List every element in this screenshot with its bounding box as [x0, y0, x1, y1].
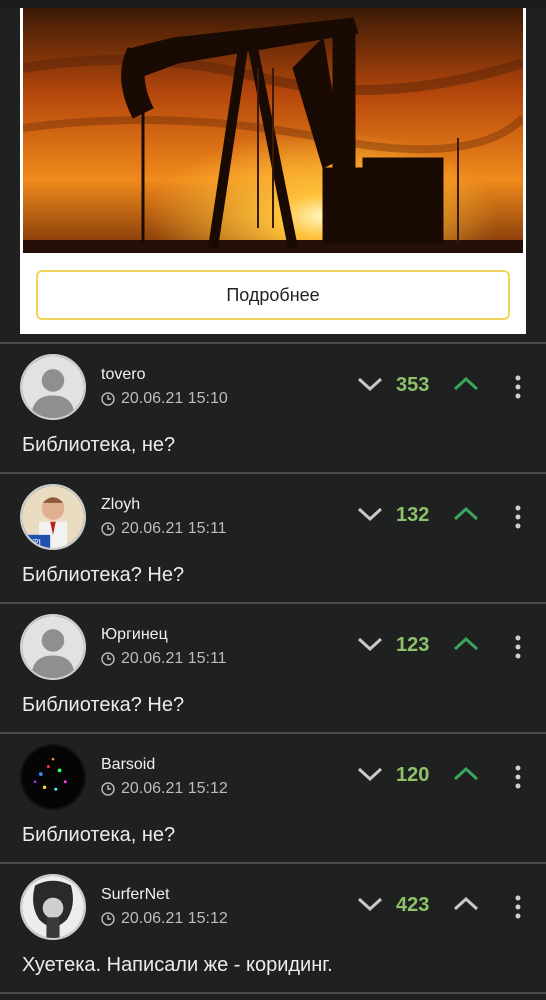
downvote-chevron-icon[interactable] [356, 894, 384, 914]
downvote-chevron-icon[interactable] [356, 504, 384, 524]
comment-score: 353 [396, 374, 430, 396]
comment-username[interactable]: Barsoid [101, 756, 155, 774]
more-options-icon[interactable] [512, 634, 524, 660]
comment-text: Библиотека? Не? [22, 694, 185, 716]
comment-username[interactable]: tovero [101, 366, 145, 384]
downvote-chevron-icon[interactable] [356, 764, 384, 784]
more-options-icon[interactable] [512, 764, 524, 790]
comment-meta: 20.06.21 15:11 [101, 520, 227, 538]
divider [0, 992, 546, 994]
comment-item: KYPI Zloyh 20.06.21 15:11 132 Библиотека… [0, 472, 546, 602]
comment-timestamp: 20.06.21 15:12 [121, 910, 228, 927]
default-avatar[interactable] [20, 354, 86, 420]
ad-card[interactable]: Подробнее [20, 8, 526, 334]
more-options-icon[interactable] [512, 374, 524, 400]
top-bar [0, 0, 546, 8]
comment-timestamp: 20.06.21 15:11 [121, 520, 227, 537]
comment-timestamp: 20.06.21 15:12 [121, 780, 228, 797]
comment-meta: 20.06.21 15:12 [101, 780, 228, 798]
more-details-button[interactable]: Подробнее [36, 270, 510, 320]
clock-icon [101, 522, 115, 536]
oil-pump-image[interactable] [23, 8, 523, 253]
comment-meta: 20.06.21 15:10 [101, 390, 228, 408]
more-options-icon[interactable] [512, 504, 524, 530]
poster-avatar[interactable]: KYPI [20, 484, 86, 550]
comment-text: Библиотека, не? [22, 824, 176, 846]
comment-score: 132 [396, 504, 430, 526]
clock-icon [101, 912, 115, 926]
clock-icon [101, 392, 115, 406]
downvote-chevron-icon[interactable] [356, 374, 384, 394]
clock-icon [101, 652, 115, 666]
comment-text: Хуетека. Написали же - коридинг. [22, 954, 333, 976]
comment-item: tovero 20.06.21 15:10 353 Библиотека, не… [0, 342, 546, 472]
comment-item: Barsoid 20.06.21 15:12 120 Библиотека, н… [0, 732, 546, 862]
comment-item: Юргинец 20.06.21 15:11 123 Библиотека? Н… [0, 602, 546, 732]
comment-score: 120 [396, 764, 430, 786]
dots-avatar[interactable] [20, 744, 86, 810]
comment-username[interactable]: Юргинец [101, 626, 168, 644]
upvote-chevron-icon[interactable] [452, 894, 480, 914]
comment-username[interactable]: SurferNet [101, 886, 169, 904]
comment-score: 423 [396, 894, 430, 916]
clock-icon [101, 782, 115, 796]
default-avatar[interactable] [20, 614, 86, 680]
more-options-icon[interactable] [512, 894, 524, 920]
comment-text: Библиотека, не? [22, 434, 176, 456]
comment-score: 123 [396, 634, 430, 656]
bw-photo-avatar[interactable] [20, 874, 86, 940]
comment-timestamp: 20.06.21 15:11 [121, 650, 227, 667]
comment-meta: 20.06.21 15:11 [101, 650, 227, 668]
upvote-chevron-icon[interactable] [452, 504, 480, 524]
upvote-chevron-icon[interactable] [452, 634, 480, 654]
comment-username[interactable]: Zloyh [101, 496, 140, 514]
comment-meta: 20.06.21 15:12 [101, 910, 228, 928]
comment-text: Библиотека? Не? [22, 564, 185, 586]
upvote-chevron-icon[interactable] [452, 764, 480, 784]
svg-text:KYPI: KYPI [25, 538, 41, 547]
comment-timestamp: 20.06.21 15:10 [121, 390, 228, 407]
comment-item: SurferNet 20.06.21 15:12 423 Хуетека. На… [0, 862, 546, 992]
downvote-chevron-icon[interactable] [356, 634, 384, 654]
upvote-chevron-icon[interactable] [452, 374, 480, 394]
